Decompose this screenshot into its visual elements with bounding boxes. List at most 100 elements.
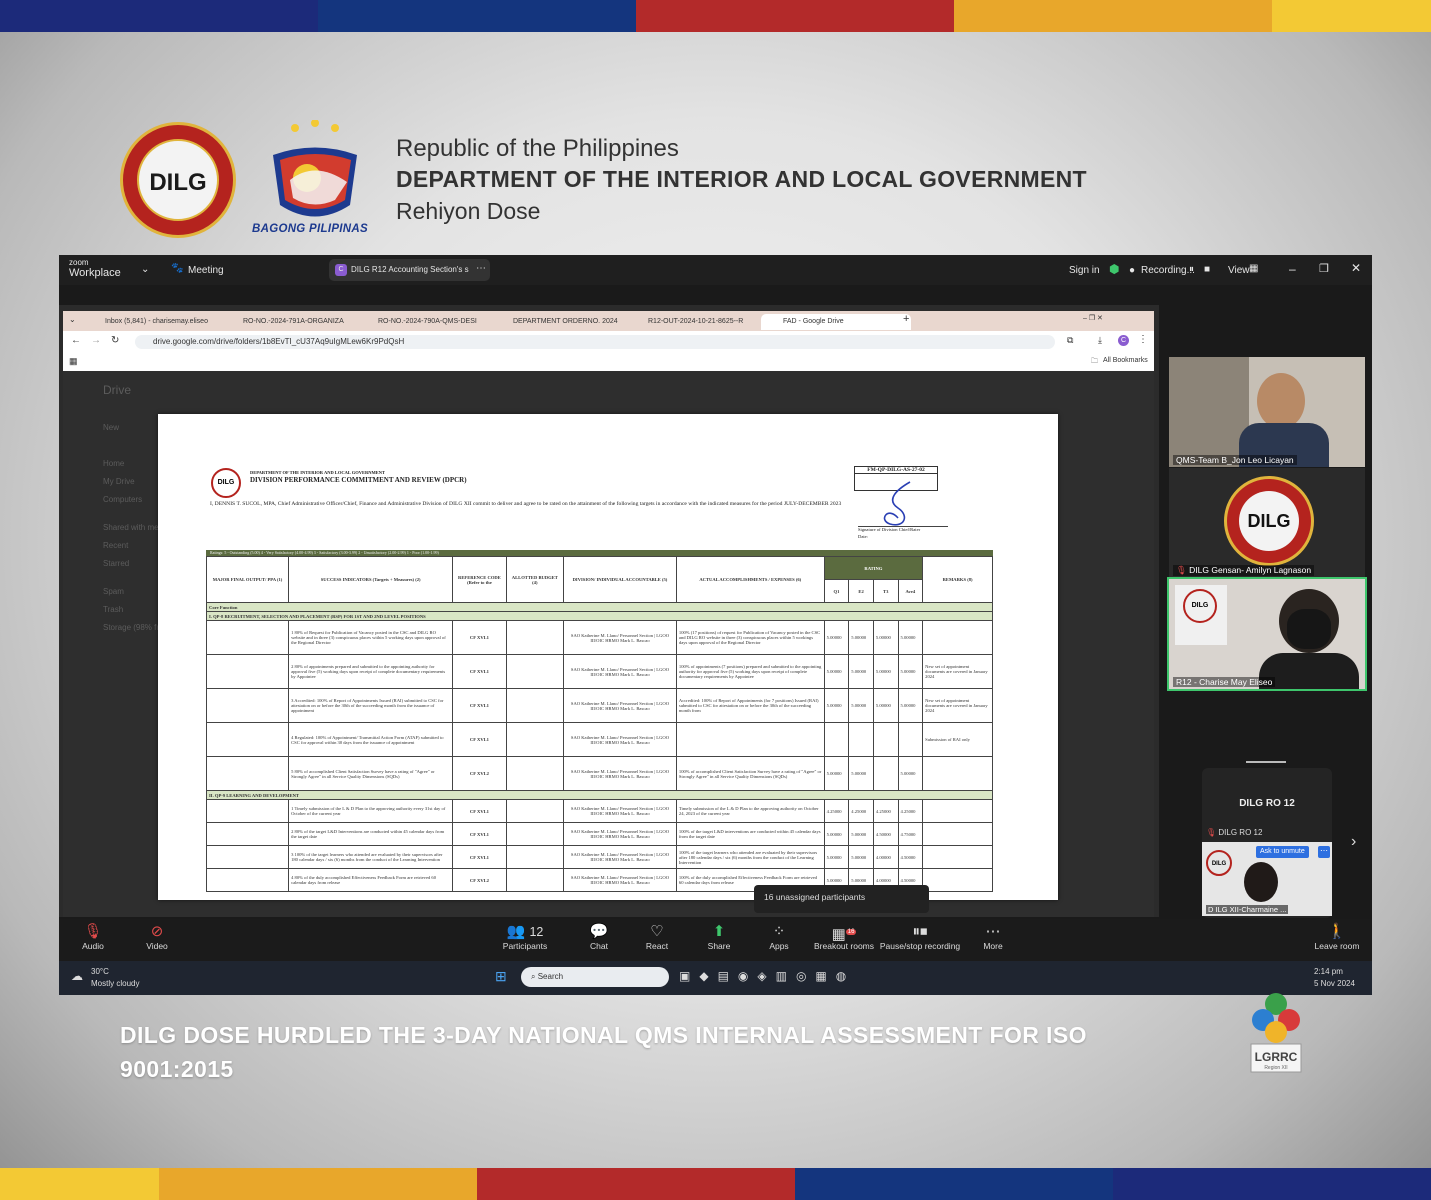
url-bar[interactable]: drive.google.com/drive/folders/1b8EvTI_c… <box>135 335 1055 349</box>
participant-tile-3[interactable]: DILG R12 - Charise May Eliseo <box>1167 577 1367 691</box>
cell-accomplishment: 100% of accomplished Client Satisfaction… <box>675 756 825 791</box>
browser-tab[interactable]: R12-OUT-2024-10-21-8625--R <box>626 314 776 330</box>
clock-date: 5 Nov 2024 <box>1314 979 1355 988</box>
cell-ave: 5.00000 <box>897 620 924 655</box>
zoom-window: zoom Workplace ⌄ 🐾 Meeting C DILG R12 Ac… <box>59 255 1372 995</box>
drive-nav-shared: Shared with me <box>103 523 159 532</box>
share-button[interactable]: ⬆ Share <box>689 923 749 951</box>
cell-ave: 5.00000 <box>897 756 924 791</box>
share-pill[interactable]: C DILG R12 Accounting Section's s ⋯ <box>329 259 490 281</box>
zoom-brand: Workplace <box>69 267 121 279</box>
taskbar-app-icons[interactable]: ▣◆▤◉◈▥◎▦◍ <box>679 969 855 983</box>
column-header: REMARKS (8) <box>922 556 993 603</box>
cell-accountable: SAO Katherine M. Llano/ Personnel Sectio… <box>563 688 677 723</box>
apps-grid-icon[interactable]: ▦ <box>69 356 78 367</box>
weather-temp: 30°C <box>91 967 109 976</box>
leave-room-button[interactable]: 🚶 Leave room <box>1307 923 1367 951</box>
tab-search-icon[interactable]: ⌄ <box>69 315 76 324</box>
grid-view-icon[interactable]: ▦ <box>1249 263 1258 274</box>
cell-accomplishment: 100% of appointments (7 positions) prepa… <box>675 654 825 689</box>
back-icon[interactable]: ← <box>71 335 81 346</box>
chevron-down-icon[interactable]: ⌄ <box>141 264 149 275</box>
apps-button[interactable]: ⁘ Apps <box>749 923 809 951</box>
section-label: II. QP-9 LEARNING AND DEVELOPMENT <box>206 790 993 800</box>
cell-accountable: SAO Katherine M. Llano/ Personnel Sectio… <box>563 868 677 892</box>
participant-tile-2[interactable]: DILG 🎙 DILG Gensan- Amilyn Lagnason <box>1169 468 1365 578</box>
browser-tab[interactable]: Inbox (5,841) - charisemay.eliseo <box>83 314 235 330</box>
browser-tab[interactable]: RO-NO.-2024-791A-ORGANIZA <box>221 314 371 330</box>
reload-icon[interactable]: ↻ <box>111 335 119 346</box>
tile-more-icon[interactable]: ⋯ <box>1318 846 1330 858</box>
cell-mfo <box>205 688 290 723</box>
drive-nav-computers: Computers <box>103 495 143 504</box>
restore-icon[interactable]: ❐ <box>1319 262 1329 275</box>
participant-tile-1[interactable]: QMS-Team B_Jon Leo Licayan <box>1169 357 1365 467</box>
cell-accountable: SAO Katherine M. Llano/ Personnel Sectio… <box>563 845 677 869</box>
chat-button[interactable]: 💬 Chat <box>569 923 629 951</box>
taskbar-search[interactable]: ⌕ Search <box>521 967 669 987</box>
muted-mic-icon: 🎙 DILG Gensan- Amilyn Lagnason <box>1173 565 1315 576</box>
zoom-title-bar: zoom Workplace ⌄ 🐾 Meeting C DILG R12 Ac… <box>59 255 1372 285</box>
cell-remarks <box>922 799 993 823</box>
sign-in-link[interactable]: Sign in <box>1069 265 1100 276</box>
new-tab-icon[interactable]: + <box>903 313 909 325</box>
group-video-tile[interactable]: DILG Ask to unmute ⋯ D ILG XII-Charmaine… <box>1202 842 1332 916</box>
cell-accomplishment: Timely submission of the L & D Plan to t… <box>675 799 825 823</box>
dilg-seal-logo: DILG <box>120 122 236 238</box>
browser-tab-active[interactable]: FAD - Google Drive <box>761 314 911 330</box>
forward-icon[interactable]: → <box>91 335 101 346</box>
cell-mfo <box>205 868 290 892</box>
kebab-menu-icon[interactable]: ⋮ <box>1138 334 1148 345</box>
more-button[interactable]: ⋯ More <box>963 923 1023 951</box>
participants-button[interactable]: 👥 12 Participants <box>495 923 555 951</box>
cell-accountable: SAO Katherine M. Llano/ Personnel Sectio… <box>563 822 677 846</box>
windows-start-icon[interactable]: ⊞ <box>495 968 507 985</box>
more-options-icon[interactable]: ⋯ <box>476 263 486 274</box>
stripe-segment <box>1113 1168 1272 1200</box>
seal-word: DILG <box>149 169 207 196</box>
cell-e2: 5.00000 <box>848 845 874 869</box>
browser-tab[interactable]: DEPARTMENT ORDERNO. 2024 <box>491 314 641 330</box>
ask-to-unmute-button[interactable]: Ask to unmute <box>1256 846 1309 858</box>
video-button[interactable]: ⊘ Video <box>127 923 187 951</box>
browser-tab-strip: ⌄ Inbox (5,841) - charisemay.eliseo RO-N… <box>63 311 1154 331</box>
next-page-chevron-icon[interactable]: › <box>1351 833 1356 851</box>
cell-remarks <box>922 620 993 655</box>
download-icon[interactable]: ⤓ <box>1098 335 1102 346</box>
doc-date-label: Date: <box>858 534 868 539</box>
breakout-rooms-button[interactable]: ▦ 16 Breakout rooms <box>809 923 879 951</box>
react-button[interactable]: ♡ React <box>627 923 687 951</box>
heart-icon: ♡ <box>650 923 664 940</box>
profile-avatar[interactable]: C <box>1118 335 1129 346</box>
group-panel[interactable]: DILG RO 12 🎙 DILG RO 12 DILG Ask to unmu… <box>1202 768 1332 918</box>
group-sub-row: 🎙 DILG RO 12 <box>1206 828 1263 837</box>
close-icon[interactable]: ✕ <box>1351 261 1361 275</box>
extensions-icon[interactable]: ⧉ <box>1067 335 1073 346</box>
participant-name: R12 - Charise May Eliseo <box>1173 677 1276 687</box>
cell-remarks: Submission of RAI only <box>922 722 993 757</box>
drive-nav-trash: Trash <box>103 605 124 614</box>
drive-logo-text: Drive <box>103 383 132 397</box>
cell-q1: 5.00000 <box>823 845 850 869</box>
cell-t3 <box>872 722 899 757</box>
cell-q1: 5.00000 <box>823 822 850 846</box>
drive-nav-recent: Recent <box>103 541 129 550</box>
table-row: 1 Timely submission of the L & D Plan to… <box>205 799 993 823</box>
stop-recording-icon[interactable]: ■ <box>1204 264 1210 275</box>
column-header: MAJOR FINAL OUTPUT/ PPA (1) <box>205 556 290 603</box>
shield-check-icon[interactable]: ⬢ <box>1109 262 1119 276</box>
bottom-color-stripe <box>0 1168 1431 1200</box>
stripe-segment <box>318 1168 477 1200</box>
pause-recording-button[interactable]: ⏸⏹ Pause/stop recording <box>879 923 961 951</box>
pause-recording-icon[interactable]: ⏸ <box>1189 264 1194 275</box>
view-button[interactable]: View <box>1228 265 1250 276</box>
browser-tab[interactable]: RO-NO.-2024-790A-QMS-DESI <box>356 314 506 330</box>
audio-button[interactable]: 🎙 Audio <box>63 923 123 951</box>
panel-drag-handle[interactable] <box>1246 761 1286 763</box>
cell-success-indicator: 2 80% of appointments prepared and submi… <box>288 654 454 689</box>
window-controls[interactable]: – ❐ ✕ <box>1083 314 1103 322</box>
all-bookmarks[interactable]: All Bookmarks <box>1103 357 1148 364</box>
minimize-icon[interactable]: – <box>1289 262 1296 276</box>
cell-e2: 5.00000 <box>848 756 874 791</box>
cell-success-indicator: 4 Regulated: 100% of Appointment/ Transm… <box>288 722 454 757</box>
